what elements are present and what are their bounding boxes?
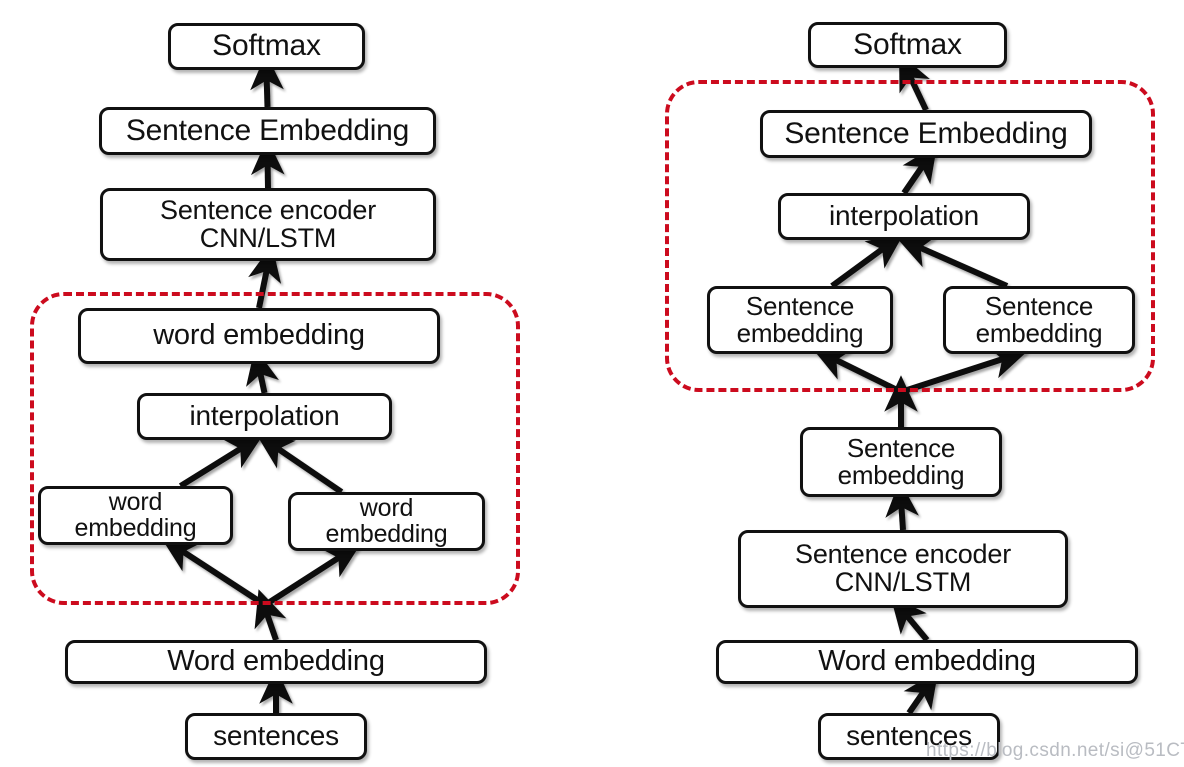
node-label: word embedding	[74, 488, 197, 542]
edge-interpolation-to-sentence-embedding	[901, 144, 938, 195]
node-label: Sentence embedding	[975, 291, 1103, 348]
node-label: word embedding	[325, 494, 448, 548]
edge-encoder-to-sentence-embedding-mid	[885, 480, 919, 531]
node-label: Sentence embedding	[837, 433, 965, 490]
edge-sentence-embedding-left-to-interpolation	[830, 233, 904, 289]
edge-mid-to-sentence-embedding-right	[900, 346, 1028, 395]
edge-sentences-to-word-embedding	[903, 670, 939, 715]
node-label: Word embedding	[818, 645, 1036, 678]
node-l-softmax[interactable]: Softmax	[168, 23, 365, 70]
edge-base-to-word-embedding-left	[160, 537, 267, 608]
edge-mid-to-sentence-embedding-left	[812, 348, 903, 395]
edge-word-embedding-right-to-interpolation	[256, 433, 344, 495]
node-l-word-emb-base[interactable]: Word embedding	[65, 640, 487, 684]
node-l-word-emb-right[interactable]: word embedding	[288, 492, 485, 551]
node-r-sent-emb[interactable]: Sentence Embedding	[760, 110, 1092, 158]
node-label: sentences	[213, 720, 339, 752]
node-l-word-emb-top[interactable]: word embedding	[78, 308, 440, 364]
edge-sentence-embedding-to-softmax	[899, 53, 930, 112]
edge-encoder-to-sentence-embedding	[250, 138, 285, 189]
node-r-softmax[interactable]: Softmax	[808, 22, 1007, 68]
node-label: word embedding	[153, 319, 365, 352]
node-r-sent-emb-left[interactable]: Sentence embedding	[707, 286, 893, 354]
node-label: Softmax	[853, 27, 962, 61]
node-label: Sentence Embedding	[784, 116, 1068, 150]
edge-word-embedding-to-encoder	[248, 244, 282, 309]
edge-word-embedding-to-encoder	[890, 595, 930, 642]
node-l-sent-enc[interactable]: Sentence encoder CNN/LSTM	[100, 188, 436, 261]
node-l-sentences[interactable]: sentences	[185, 713, 367, 760]
watermark-text: https://blog.csdn.net/si@51CTO博客	[926, 740, 1184, 761]
node-r-sent-emb-right[interactable]: Sentence embedding	[943, 286, 1135, 354]
node-l-interpolation[interactable]: interpolation	[137, 393, 392, 440]
node-r-interpolation[interactable]: interpolation	[778, 193, 1030, 240]
edge-sentence-embedding-to-softmax	[250, 53, 284, 108]
node-l-sent-emb[interactable]: Sentence Embedding	[99, 107, 436, 155]
node-r-sent-enc[interactable]: Sentence encoder CNN/LSTM	[738, 530, 1068, 608]
edge-word-embedding-base-to-hub	[254, 589, 287, 641]
node-label: Sentence embedding	[736, 291, 864, 348]
node-label: Sentence encoder CNN/LSTM	[795, 539, 1011, 597]
node-label: interpolation	[829, 200, 979, 232]
node-r-sent-emb-mid[interactable]: Sentence embedding	[800, 427, 1002, 497]
node-label: Sentence Embedding	[125, 113, 410, 147]
node-label: Word embedding	[167, 645, 385, 678]
edge-word-embedding-left-to-interpolation	[178, 434, 264, 489]
node-label: Sentence encoder CNN/LSTM	[160, 194, 376, 253]
edge-interpolation-to-word-embedding	[246, 347, 279, 394]
diagram-canvas: Softmax Sentence Embedding Sentence encode…	[0, 0, 1184, 767]
node-r-word-emb[interactable]: Word embedding	[716, 640, 1138, 684]
node-l-word-emb-left[interactable]: word embedding	[38, 486, 233, 545]
edge-sentence-embedding-right-to-interpolation	[895, 236, 1009, 289]
node-label: Softmax	[212, 29, 321, 63]
node-label: interpolation	[189, 400, 340, 432]
edge-base-to-word-embedding-right	[263, 543, 362, 608]
